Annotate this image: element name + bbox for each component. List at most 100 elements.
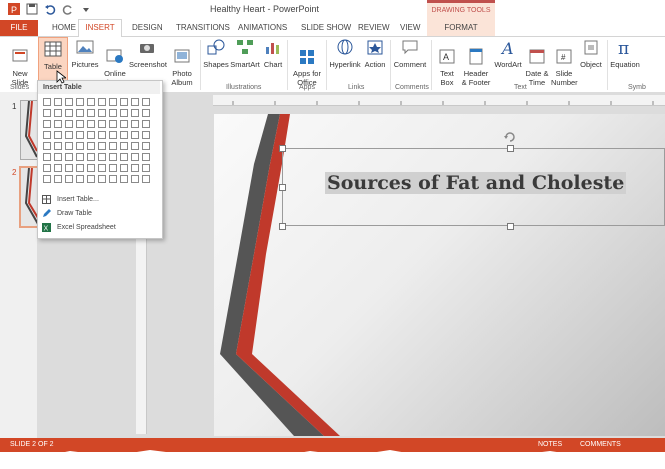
- table-grid-cell[interactable]: [43, 175, 51, 183]
- table-grid-cell[interactable]: [109, 120, 117, 128]
- table-grid-cell[interactable]: [87, 164, 95, 172]
- table-grid-cell[interactable]: [54, 120, 62, 128]
- tab-view[interactable]: VIEW: [400, 23, 420, 32]
- table-grid-cell[interactable]: [98, 153, 106, 161]
- table-grid-cell[interactable]: [98, 131, 106, 139]
- slide-number-button[interactable]: # Slide Number: [551, 39, 578, 87]
- photo-album-button[interactable]: Photo Album: [168, 39, 196, 87]
- table-grid-cell[interactable]: [43, 153, 51, 161]
- table-grid-cell[interactable]: [120, 120, 128, 128]
- insert-table-item[interactable]: Insert Table...: [42, 195, 99, 204]
- table-grid-cell[interactable]: [87, 120, 95, 128]
- table-grid-cell[interactable]: [120, 98, 128, 106]
- shapes-button[interactable]: Shapes: [203, 39, 229, 69]
- table-grid-cell[interactable]: [76, 153, 84, 161]
- table-grid-cell[interactable]: [142, 98, 150, 106]
- table-grid-cell[interactable]: [87, 175, 95, 183]
- table-grid-cell[interactable]: [142, 175, 150, 183]
- table-grid-cell[interactable]: [43, 131, 51, 139]
- table-grid-cell[interactable]: [131, 109, 139, 117]
- table-grid-cell[interactable]: [109, 164, 117, 172]
- apps-for-office-button[interactable]: Apps for Office: [290, 39, 324, 87]
- tab-transitions[interactable]: TRANSITIONS: [176, 23, 230, 32]
- draw-table-item[interactable]: Draw Table: [42, 209, 92, 218]
- pictures-button[interactable]: Pictures: [70, 39, 100, 69]
- table-grid-cell[interactable]: [65, 175, 73, 183]
- resize-handle[interactable]: [507, 223, 514, 230]
- table-grid-cell[interactable]: [109, 142, 117, 150]
- table-grid-cell[interactable]: [120, 153, 128, 161]
- table-grid-cell[interactable]: [87, 109, 95, 117]
- object-button[interactable]: Object: [578, 39, 604, 69]
- table-grid-cell[interactable]: [65, 120, 73, 128]
- table-grid-cell[interactable]: [120, 142, 128, 150]
- table-grid-cell[interactable]: [142, 131, 150, 139]
- table-grid-cell[interactable]: [109, 131, 117, 139]
- new-slide-button[interactable]: New Slide: [6, 39, 34, 87]
- save-icon[interactable]: [26, 3, 38, 15]
- table-grid-cell[interactable]: [87, 153, 95, 161]
- table-grid-cell[interactable]: [109, 109, 117, 117]
- table-grid-cell[interactable]: [109, 98, 117, 106]
- hyperlink-button[interactable]: Hyperlink: [328, 39, 362, 69]
- action-button[interactable]: Action: [363, 39, 387, 69]
- table-grid-cell[interactable]: [87, 131, 95, 139]
- table-grid-cell[interactable]: [98, 120, 106, 128]
- table-grid-cell[interactable]: [65, 142, 73, 150]
- customize-toolbar-icon[interactable]: [80, 3, 92, 15]
- table-grid-cell[interactable]: [54, 164, 62, 172]
- text-box-button[interactable]: A Text Box: [435, 39, 459, 87]
- table-grid-cell[interactable]: [120, 175, 128, 183]
- table-grid-cell[interactable]: [43, 109, 51, 117]
- table-grid-cell[interactable]: [65, 153, 73, 161]
- table-grid-cell[interactable]: [142, 109, 150, 117]
- table-grid-cell[interactable]: [76, 98, 84, 106]
- rotate-handle-icon[interactable]: [503, 130, 517, 144]
- table-grid-cell[interactable]: [109, 175, 117, 183]
- table-grid-cell[interactable]: [142, 120, 150, 128]
- table-grid-cell[interactable]: [131, 153, 139, 161]
- tab-review[interactable]: REVIEW: [358, 23, 390, 32]
- table-grid-cell[interactable]: [98, 109, 106, 117]
- table-grid-cell[interactable]: [131, 142, 139, 150]
- table-grid-cell[interactable]: [120, 109, 128, 117]
- resize-handle[interactable]: [279, 223, 286, 230]
- table-grid-cell[interactable]: [131, 164, 139, 172]
- table-grid-cell[interactable]: [65, 109, 73, 117]
- table-grid-cell[interactable]: [120, 131, 128, 139]
- smartart-button[interactable]: SmartArt: [230, 39, 260, 69]
- table-grid-cell[interactable]: [131, 120, 139, 128]
- resize-handle[interactable]: [507, 145, 514, 152]
- table-grid-cell[interactable]: [98, 175, 106, 183]
- table-grid-cell[interactable]: [76, 142, 84, 150]
- table-grid-cell[interactable]: [76, 164, 84, 172]
- table-grid-cell[interactable]: [65, 164, 73, 172]
- tab-file[interactable]: FILE: [0, 20, 38, 36]
- table-grid-cell[interactable]: [87, 142, 95, 150]
- comment-button[interactable]: Comment: [393, 39, 427, 69]
- redo-icon[interactable]: [62, 3, 74, 15]
- table-grid-cell[interactable]: [76, 109, 84, 117]
- table-grid-cell[interactable]: [131, 131, 139, 139]
- table-grid-cell[interactable]: [76, 175, 84, 183]
- table-grid-cell[interactable]: [131, 175, 139, 183]
- screenshot-button[interactable]: Screenshot: [129, 39, 167, 69]
- table-grid-cell[interactable]: [98, 142, 106, 150]
- table-grid-cell[interactable]: [76, 131, 84, 139]
- slide-thumbnail[interactable]: [20, 100, 38, 160]
- tab-design[interactable]: DESIGN: [132, 23, 163, 32]
- table-grid-cell[interactable]: [142, 164, 150, 172]
- tab-insert[interactable]: INSERT: [78, 19, 122, 38]
- table-grid-cell[interactable]: [54, 153, 62, 161]
- tab-slide-show[interactable]: SLIDE SHOW: [301, 23, 351, 32]
- equation-button[interactable]: π Equation: [610, 39, 640, 69]
- table-grid-cell[interactable]: [87, 98, 95, 106]
- tab-animations[interactable]: ANIMATIONS: [238, 23, 287, 32]
- tab-format[interactable]: FORMAT: [427, 20, 495, 36]
- table-grid-cell[interactable]: [131, 98, 139, 106]
- table-grid-cell[interactable]: [120, 164, 128, 172]
- table-grid-cell[interactable]: [142, 142, 150, 150]
- table-grid-cell[interactable]: [54, 131, 62, 139]
- header-footer-button[interactable]: Header & Footer: [460, 39, 492, 87]
- wordart-button[interactable]: A WordArt: [493, 39, 523, 69]
